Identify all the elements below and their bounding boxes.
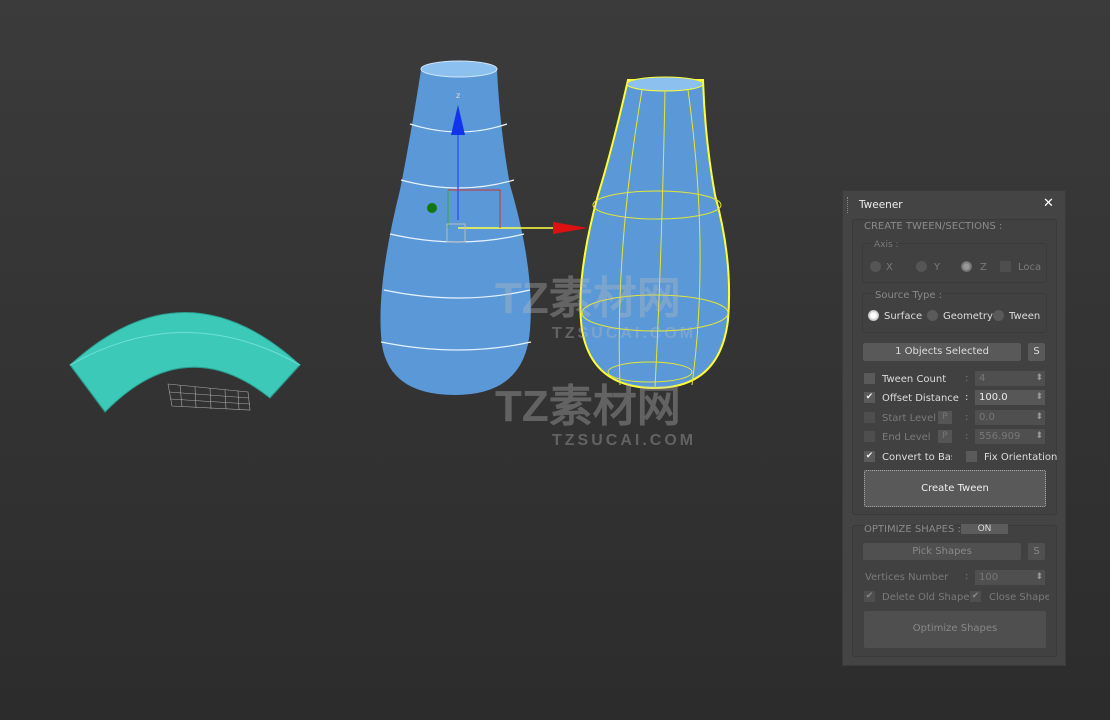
tweener-panel: Tweener ✕ CREATE TWEEN/SECTIONS : Axis :… [842,190,1066,666]
axis-label: Axis : [874,240,899,250]
axis-y-label: Y [934,262,941,273]
pick-shapes-button[interactable]: Pick Shapes [863,543,1021,560]
objects-selected-button[interactable]: 1 Objects Selected [863,343,1021,361]
axis-z-radio[interactable] [961,261,972,272]
local-label: Loca [1018,262,1042,273]
close-shapes-label: Close Shapes [989,592,1049,603]
drag-handle[interactable] [847,197,849,213]
geometry-radio[interactable] [927,310,938,321]
start-level-checkbox[interactable] [864,412,875,423]
surface-radio[interactable] [868,310,879,321]
offset-distance-input[interactable]: 100.0 [975,390,1045,405]
start-level-input[interactable]: 0.0 [975,410,1045,425]
watermark-url-2: TZSUCAI.COM [552,432,697,449]
offset-distance-label: Offset Distance [882,393,959,404]
end-level-input[interactable]: 556.909 [975,429,1045,444]
pick-s-button[interactable]: S [1028,543,1045,560]
axis-y-radio[interactable] [916,261,927,272]
convert-to-base-checkbox[interactable]: ✔ [864,451,875,462]
colon: : [965,412,969,423]
axis-z-label: Z [980,262,987,273]
watermark-logo: TZ素材网 [495,274,681,323]
fix-orientation-label: Fix Orientation [984,452,1058,463]
vertices-number-label: Vertices Number [865,572,949,583]
axis-x-radio[interactable] [870,261,881,272]
start-level-pick-button[interactable]: P [938,411,952,424]
vertices-number-input[interactable]: 100 [975,570,1045,585]
tween-count-input[interactable]: 4 [975,371,1045,386]
colon: : [965,431,969,442]
close-shapes-checkbox[interactable]: ✔ [970,591,981,602]
colon: : [965,392,969,403]
grid-object [167,383,251,411]
arc-object[interactable] [69,312,301,413]
colon: : [965,571,969,582]
colon: : [965,373,969,384]
source-type-label: Source Type : [875,290,943,301]
section-optimize-label: OPTIMIZE SHAPES : [864,524,961,535]
panel-title: Tweener [859,199,903,211]
fix-orientation-checkbox[interactable] [966,451,977,462]
tween-label: Tween [1009,311,1041,322]
offset-distance-checkbox[interactable]: ✔ [864,392,875,403]
end-level-pick-button[interactable]: P [938,430,952,443]
convert-to-base-label: Convert to Base [882,452,952,463]
watermark-logo-2: TZ素材网 [495,382,681,431]
geometry-label: Geometry [943,311,993,322]
delete-old-shapes-label: Delete Old Shapes [882,592,975,603]
close-icon[interactable]: ✕ [1043,196,1054,211]
tween-count-checkbox[interactable] [864,373,875,384]
tween-radio[interactable] [993,310,1004,321]
axis-x-label: X [886,262,893,273]
optimize-shapes-button[interactable]: Optimize Shapes [864,611,1046,648]
tween-count-label: Tween Count [882,374,947,385]
watermark-url: TZSUCAI.COM [552,325,697,342]
select-s-button[interactable]: S [1028,343,1045,361]
start-level-label: Start Level [882,413,937,424]
delete-old-shapes-checkbox[interactable]: ✔ [864,591,875,602]
surface-label: Surface [884,311,923,322]
end-level-checkbox[interactable] [864,431,875,442]
gizmo-z-label: z [456,91,460,100]
section-create-label: CREATE TWEEN/SECTIONS : [864,221,1003,232]
local-checkbox[interactable] [1000,261,1011,272]
optimize-toggle-button[interactable]: ON [961,524,1008,534]
end-level-label: End Level [882,432,931,443]
create-tween-button[interactable]: Create Tween [864,470,1046,507]
